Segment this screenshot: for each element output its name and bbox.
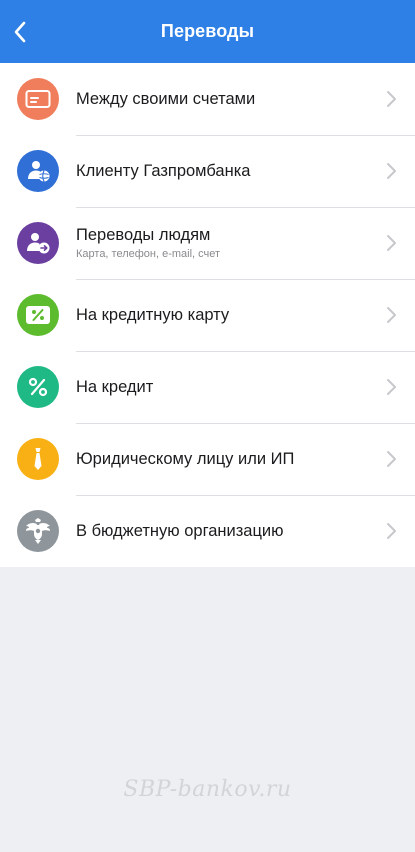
person-transfer-icon (17, 222, 59, 264)
transfer-options-list: Между своими счетами Клиенту Газпромбанк… (0, 63, 415, 567)
option-legal-entity[interactable]: Юридическому лицу или ИП (0, 423, 415, 495)
option-label: Юридическому лицу или ИП (76, 449, 295, 468)
option-budget-organization[interactable]: В бюджетную организацию (0, 495, 415, 567)
option-text: Юридическому лицу или ИП (76, 423, 371, 495)
option-label: В бюджетную организацию (76, 521, 284, 540)
option-label: На кредитную карту (76, 305, 230, 324)
option-subtitle: Карта, телефон, e-mail, счет (76, 248, 221, 260)
watermark-text: SBP-bankov.ru (123, 777, 292, 802)
percent-card-icon (17, 294, 59, 336)
tie-icon (17, 438, 59, 480)
option-own-accounts[interactable]: Между своими счетами (0, 63, 415, 135)
option-text: Переводы людям Карта, телефон, e-mail, с… (76, 207, 371, 279)
option-label: На кредит (76, 377, 154, 396)
option-label: Переводы людям (76, 226, 211, 244)
option-text: В бюджетную организацию (76, 495, 371, 567)
option-loan[interactable]: На кредит (0, 351, 415, 423)
coat-of-arms-icon (17, 510, 59, 552)
option-label: Между своими счетами (76, 89, 256, 108)
option-people-transfers[interactable]: Переводы людям Карта, телефон, e-mail, с… (0, 207, 415, 279)
option-label: Клиенту Газпромбанка (76, 161, 251, 180)
client-globe-icon (17, 150, 59, 192)
chevron-left-icon (14, 21, 26, 43)
percent-icon (17, 366, 59, 408)
chevron-right-icon (387, 523, 396, 539)
chevron-right-icon (387, 307, 396, 323)
header-bar: Переводы (0, 0, 415, 63)
card-icon (17, 78, 59, 120)
option-text: На кредитную карту (76, 279, 371, 351)
chevron-right-icon (387, 163, 396, 179)
chevron-right-icon (387, 235, 396, 251)
chevron-right-icon (387, 379, 396, 395)
option-gazprombank-client[interactable]: Клиенту Газпромбанка (0, 135, 415, 207)
page-title: Переводы (160, 21, 255, 41)
option-text: На кредит (76, 351, 371, 423)
option-text: Между своими счетами (76, 63, 371, 135)
chevron-right-icon (387, 451, 396, 467)
back-button[interactable] (6, 16, 34, 48)
option-text: Клиенту Газпромбанка (76, 135, 371, 207)
option-credit-card[interactable]: На кредитную карту (0, 279, 415, 351)
chevron-right-icon (387, 91, 396, 107)
